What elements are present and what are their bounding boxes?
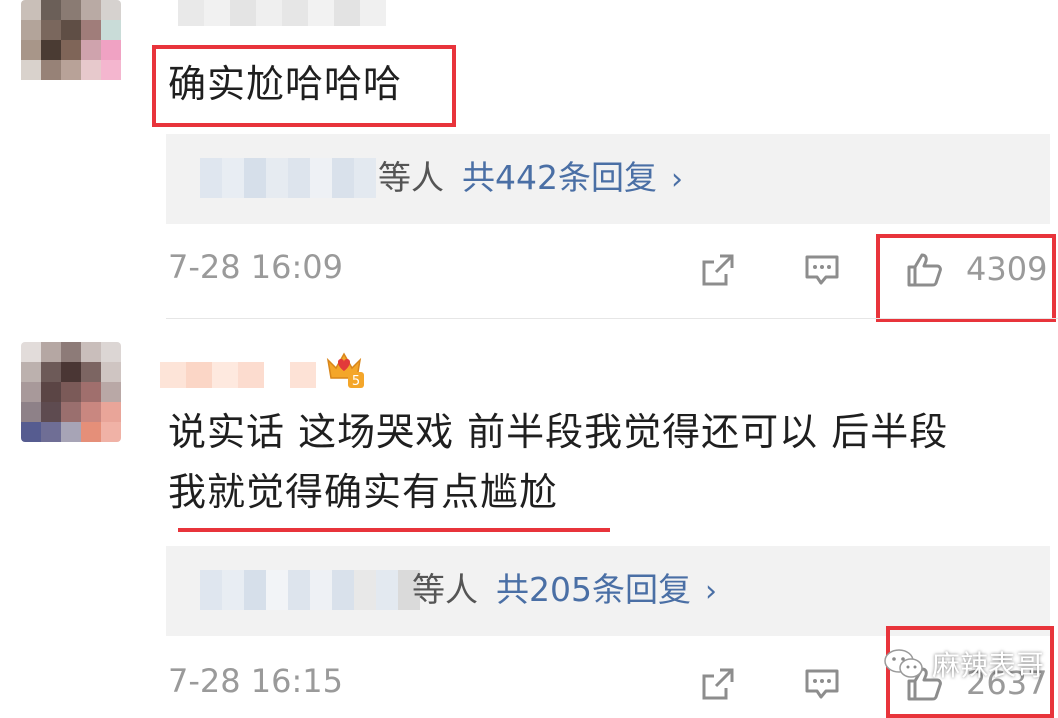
reply-count-link[interactable]: 共205条回复 <box>496 570 691 609</box>
reply-summary-text[interactable]: 等人 共205条回复 › <box>412 564 717 618</box>
username-redacted[interactable] <box>160 362 316 388</box>
avatar[interactable] <box>21 0 121 100</box>
comment-icon[interactable] <box>802 664 842 704</box>
reply-count-link[interactable]: 共442条回复 <box>462 158 657 197</box>
comment-text-line: 我就觉得确实有点尴尬 <box>168 470 559 514</box>
watermark: 麻辣表哥 <box>882 644 1044 684</box>
username-redacted[interactable] <box>178 0 386 26</box>
reply-usernames-redacted <box>200 570 420 610</box>
chevron-right-icon: › <box>705 574 717 609</box>
timestamp: 7-28 16:15 <box>168 662 344 700</box>
comment-text: 确实尬哈哈哈 <box>168 62 403 106</box>
comment-text-line: 说实话 这场哭戏 前半段我觉得还可以 后半段 <box>168 410 949 454</box>
highlight-underline <box>178 528 610 532</box>
comment-actions: 7-28 16:09 4309 <box>0 234 1058 322</box>
crown-badge-icon: 5 <box>326 352 364 389</box>
thumbs-up-icon[interactable] <box>904 250 944 290</box>
reply-suffix: 等人 <box>378 158 444 197</box>
avatar[interactable] <box>21 342 121 442</box>
wechat-icon <box>884 649 923 678</box>
comment-item: 确实尬哈哈哈 等人 共442条回复 › 7-28 16:09 4309 <box>0 0 1058 322</box>
reply-usernames-redacted <box>200 158 376 198</box>
chevron-right-icon: › <box>671 162 683 197</box>
timestamp: 7-28 16:09 <box>168 248 344 286</box>
comment-icon[interactable] <box>802 250 842 290</box>
reply-summary[interactable]: 等人 共442条回复 › <box>166 134 1050 224</box>
reply-summary-text[interactable]: 等人 共442条回复 › <box>378 152 683 206</box>
share-icon[interactable] <box>698 664 738 704</box>
reply-summary[interactable]: 等人 共205条回复 › <box>166 546 1050 636</box>
badge-level: 5 <box>352 374 360 389</box>
comment-text: 说实话 这场哭戏 前半段我觉得还可以 后半段 我就觉得确实有点尴尬 <box>168 402 1048 522</box>
like-count: 4309 <box>966 250 1048 288</box>
watermark-text: 麻辣表哥 <box>932 649 1045 682</box>
divider <box>166 318 1058 319</box>
reply-suffix: 等人 <box>412 570 478 609</box>
share-icon[interactable] <box>698 250 738 290</box>
